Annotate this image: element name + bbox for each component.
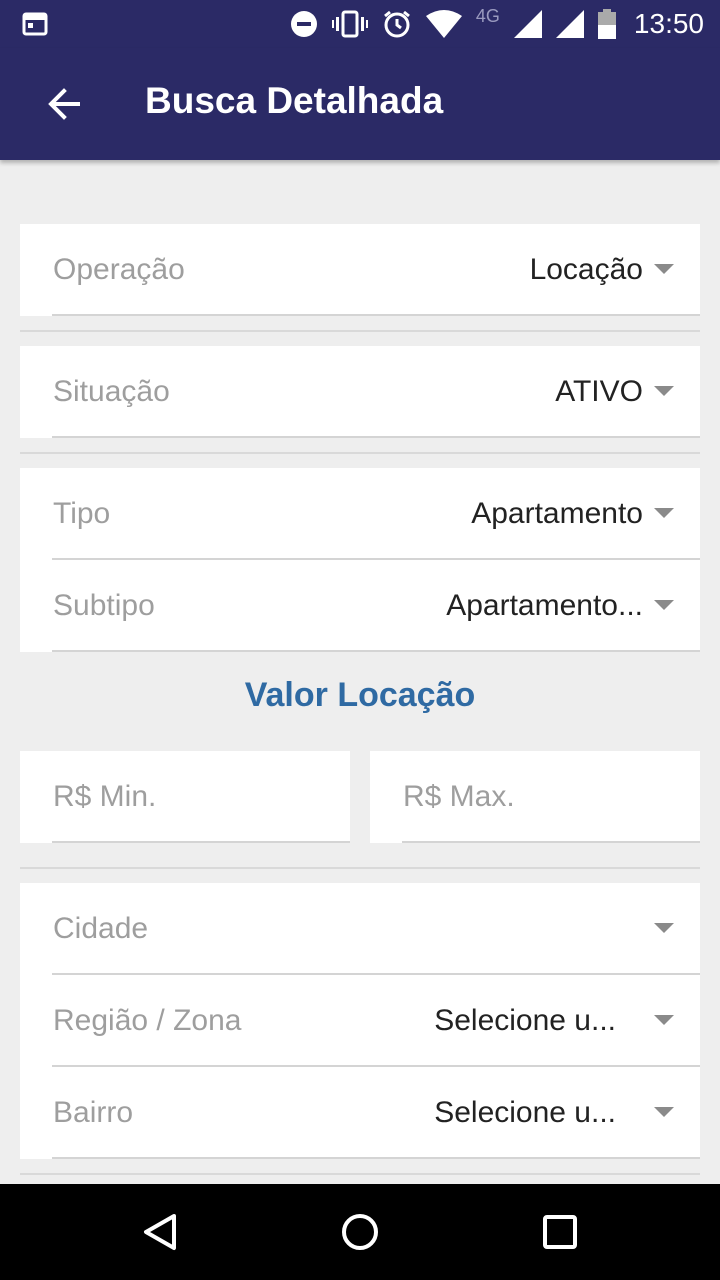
divider — [20, 1173, 700, 1175]
divider — [402, 841, 700, 843]
dropdown-arrow-icon — [654, 508, 674, 518]
regiao-dropdown[interactable]: Região / Zona Selecione u... — [20, 975, 700, 1067]
price-max-placeholder: R$ Max. — [403, 780, 515, 813]
situacao-label: Situação — [53, 375, 170, 408]
subtipo-value: Apartamento... — [446, 589, 643, 622]
page-title: Busca Detalhada — [145, 80, 444, 121]
operacao-card: Operação Locação — [20, 224, 700, 316]
divider — [52, 314, 700, 316]
divider — [52, 436, 700, 438]
dropdown-arrow-icon — [654, 1015, 674, 1025]
situacao-card: Situação ATIVO — [20, 346, 700, 438]
back-nav-icon[interactable] — [140, 1212, 180, 1252]
back-arrow-icon[interactable] — [44, 84, 84, 124]
situacao-dropdown[interactable]: Situação ATIVO — [20, 346, 700, 438]
dropdown-arrow-icon — [654, 386, 674, 396]
regiao-label: Região / Zona — [53, 1004, 242, 1037]
battery-icon — [597, 9, 616, 39]
subtipo-label: Subtipo — [53, 589, 155, 622]
tipo-dropdown[interactable]: Tipo Apartamento — [20, 468, 700, 560]
bairro-dropdown[interactable]: Bairro Selecione u... — [20, 1067, 700, 1159]
system-nav-bar — [0, 1184, 720, 1280]
status-bar: 4G 13:50 — [0, 0, 720, 48]
signal-icon-2 — [555, 10, 584, 38]
price-min-input[interactable]: R$ Min. — [20, 751, 350, 843]
app-bar: Busca Detalhada — [0, 48, 720, 160]
dropdown-arrow-icon — [654, 264, 674, 274]
operacao-value: Locação — [529, 253, 643, 286]
valor-section-title: Valor Locação — [244, 676, 476, 714]
divider — [52, 650, 700, 652]
price-max-input[interactable]: R$ Max. — [370, 751, 700, 843]
dropdown-arrow-icon — [654, 600, 674, 610]
cidade-dropdown[interactable]: Cidade — [20, 883, 700, 975]
bairro-label: Bairro — [53, 1096, 134, 1129]
divider — [20, 867, 700, 869]
vibrate-icon — [331, 10, 368, 38]
dnd-icon — [290, 11, 317, 37]
home-nav-icon[interactable] — [340, 1212, 380, 1252]
recents-nav-icon[interactable] — [540, 1212, 580, 1252]
tipo-label: Tipo — [53, 497, 111, 530]
situacao-value: ATIVO — [555, 375, 643, 408]
cidade-label: Cidade — [53, 912, 149, 945]
subtipo-dropdown[interactable]: Subtipo Apartamento... — [20, 560, 700, 652]
operacao-label: Operação — [53, 253, 185, 286]
signal-icon — [513, 10, 542, 38]
alarm-icon — [383, 10, 410, 38]
dropdown-arrow-icon — [654, 923, 674, 933]
divider — [20, 452, 700, 454]
divider — [52, 841, 350, 843]
location-card: Cidade Região / Zona Selecione u... Bair… — [20, 883, 700, 1159]
network-type: 4G — [475, 5, 500, 26]
calendar-icon — [22, 12, 48, 36]
divider — [52, 1157, 700, 1159]
dropdown-arrow-icon — [654, 1107, 674, 1117]
divider — [20, 330, 700, 332]
regiao-value: Selecione u... — [434, 1004, 616, 1037]
tipo-value: Apartamento — [471, 497, 643, 530]
price-min-placeholder: R$ Min. — [53, 780, 157, 813]
operacao-dropdown[interactable]: Operação Locação — [20, 224, 700, 316]
bairro-value: Selecione u... — [434, 1096, 616, 1129]
wifi-icon — [425, 10, 462, 38]
tipo-card: Tipo Apartamento Subtipo Apartamento... — [20, 468, 700, 652]
clock: 13:50 — [633, 8, 704, 39]
